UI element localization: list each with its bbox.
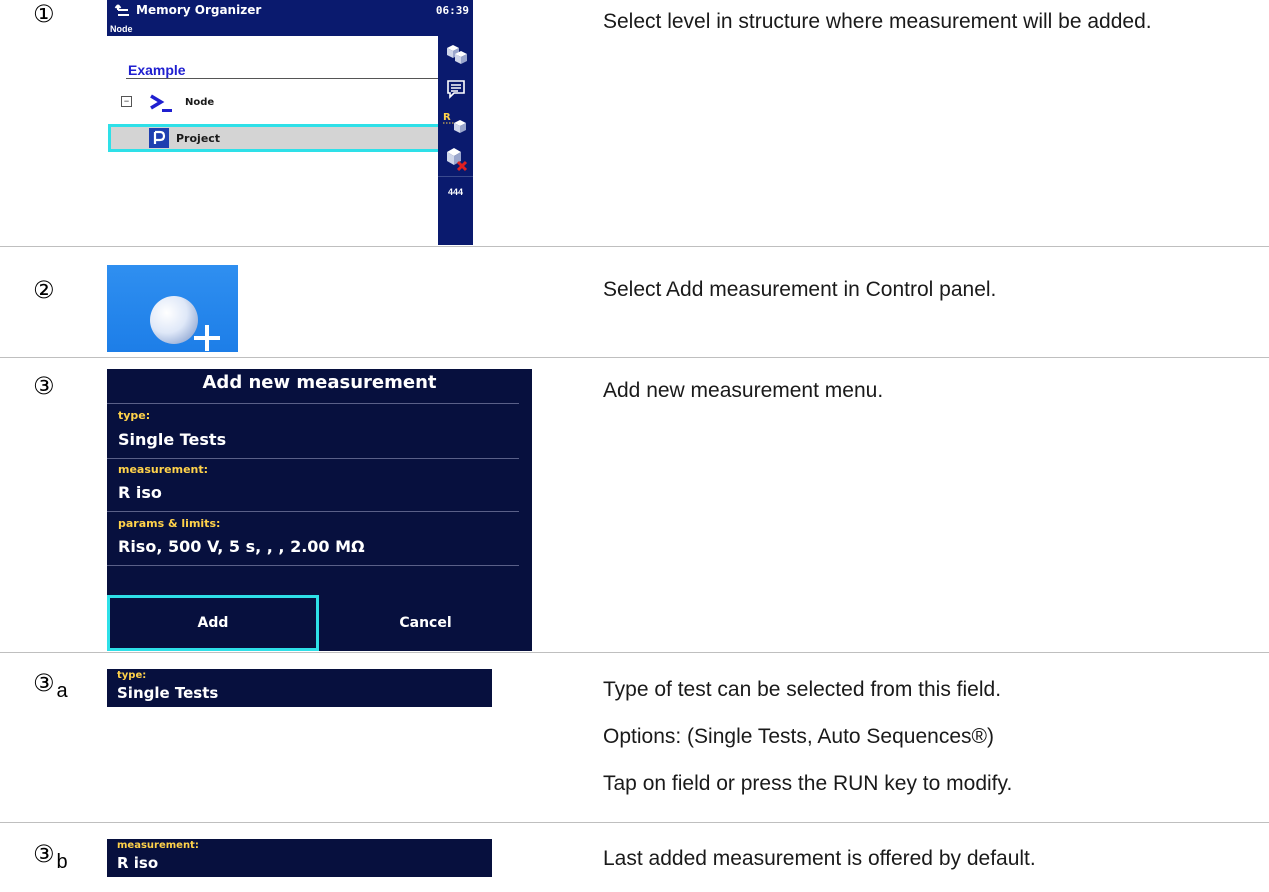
- params-label: params & limits:: [118, 517, 221, 530]
- dialog-title: Add new measurement: [202, 372, 437, 393]
- divider: [0, 246, 1269, 247]
- add-node-button[interactable]: [438, 36, 473, 71]
- screen-header: Memory Organizer 06:39: [107, 0, 473, 22]
- type-field[interactable]: type: Single Tests: [107, 669, 492, 707]
- step-1-description: Select level in structure where measurem…: [603, 8, 1243, 55]
- add-measurement-control[interactable]: [107, 265, 238, 352]
- divider: [0, 652, 1269, 653]
- memory-organizer-screen: Memory Organizer 06:39 Node Example − No…: [107, 0, 473, 245]
- step-2-marker: ②: [33, 276, 55, 304]
- comment-icon: [446, 79, 465, 99]
- measurement-field[interactable]: measurement: R iso: [107, 839, 492, 877]
- structure-name: Example: [128, 62, 186, 78]
- measurement-label: measurement:: [117, 840, 199, 851]
- cubes-icon: [446, 44, 467, 64]
- more-button[interactable]: 444: [438, 176, 473, 207]
- breadcrumb: Node: [107, 22, 473, 36]
- separator: [107, 565, 519, 566]
- divider: [0, 822, 1269, 823]
- measurement-value[interactable]: R iso: [118, 483, 162, 502]
- step-3b-description: Last added measurement is offered by def…: [603, 845, 1243, 892]
- more-label: 444: [447, 187, 464, 197]
- type-label: type:: [118, 409, 151, 422]
- step-3a-hint: Tap on field or press the RUN key to mod…: [603, 772, 1013, 795]
- separator: [107, 403, 519, 404]
- separator: [107, 511, 519, 512]
- add-button[interactable]: Add: [107, 595, 319, 651]
- node-label: Node: [185, 97, 215, 108]
- params-value[interactable]: Riso, 500 V, 5 s, , , 2.00 MΩ: [118, 537, 365, 556]
- collapse-icon[interactable]: −: [121, 96, 132, 107]
- cancel-button[interactable]: Cancel: [319, 595, 532, 651]
- type-label: type:: [117, 670, 147, 681]
- control-sidebar: R 444: [438, 36, 473, 245]
- step-1-text: Select level in structure where measurem…: [603, 10, 1152, 33]
- step-3b-text: Last added measurement is offered by def…: [603, 847, 1036, 870]
- divider: [0, 357, 1269, 358]
- type-value[interactable]: Single Tests: [118, 430, 226, 449]
- step-2-description: Select Add measurement in Control panel.: [603, 276, 1243, 323]
- step-2-text: Select Add measurement in Control panel.: [603, 278, 997, 301]
- step-3-text: Add new measurement menu.: [603, 379, 884, 402]
- comment-button[interactable]: [438, 71, 473, 106]
- delete-button[interactable]: [438, 141, 473, 176]
- rename-button[interactable]: R: [438, 106, 473, 141]
- step-3-marker: ③: [33, 372, 55, 400]
- add-measurement-icon: [150, 296, 220, 351]
- step-3b-marker: ③b: [33, 840, 68, 873]
- type-value: Single Tests: [117, 684, 219, 702]
- measurement-label: measurement:: [118, 463, 209, 476]
- rename-cube-icon: R: [442, 112, 466, 133]
- step-3a-marker: ③a: [33, 669, 68, 702]
- step-3-description: Add new measurement menu.: [603, 377, 1243, 424]
- svg-text:R: R: [443, 112, 451, 123]
- tree-project-row-selected[interactable]: Project: [108, 124, 464, 152]
- step-3a-description: Type of test can be selected from this f…: [603, 676, 1243, 817]
- step-1-marker: ①: [33, 0, 55, 28]
- measurement-value: R iso: [117, 854, 159, 872]
- tree-node-row[interactable]: − Node: [107, 92, 427, 114]
- clock: 06:39: [435, 4, 469, 17]
- separator: [107, 458, 519, 459]
- back-arrow-icon[interactable]: [114, 1, 132, 19]
- node-icon: [150, 94, 172, 112]
- screen-title: Memory Organizer: [136, 3, 262, 17]
- delete-cube-icon: [446, 147, 467, 171]
- project-icon: [149, 128, 169, 148]
- add-new-measurement-dialog: Add new measurement type: Single Tests m…: [107, 369, 532, 651]
- step-3a-options: Options: (Single Tests, Auto Sequences®): [603, 725, 994, 748]
- project-label: Project: [176, 132, 221, 145]
- structure-underline: [126, 78, 438, 79]
- step-3a-text: Type of test can be selected from this f…: [603, 678, 1002, 701]
